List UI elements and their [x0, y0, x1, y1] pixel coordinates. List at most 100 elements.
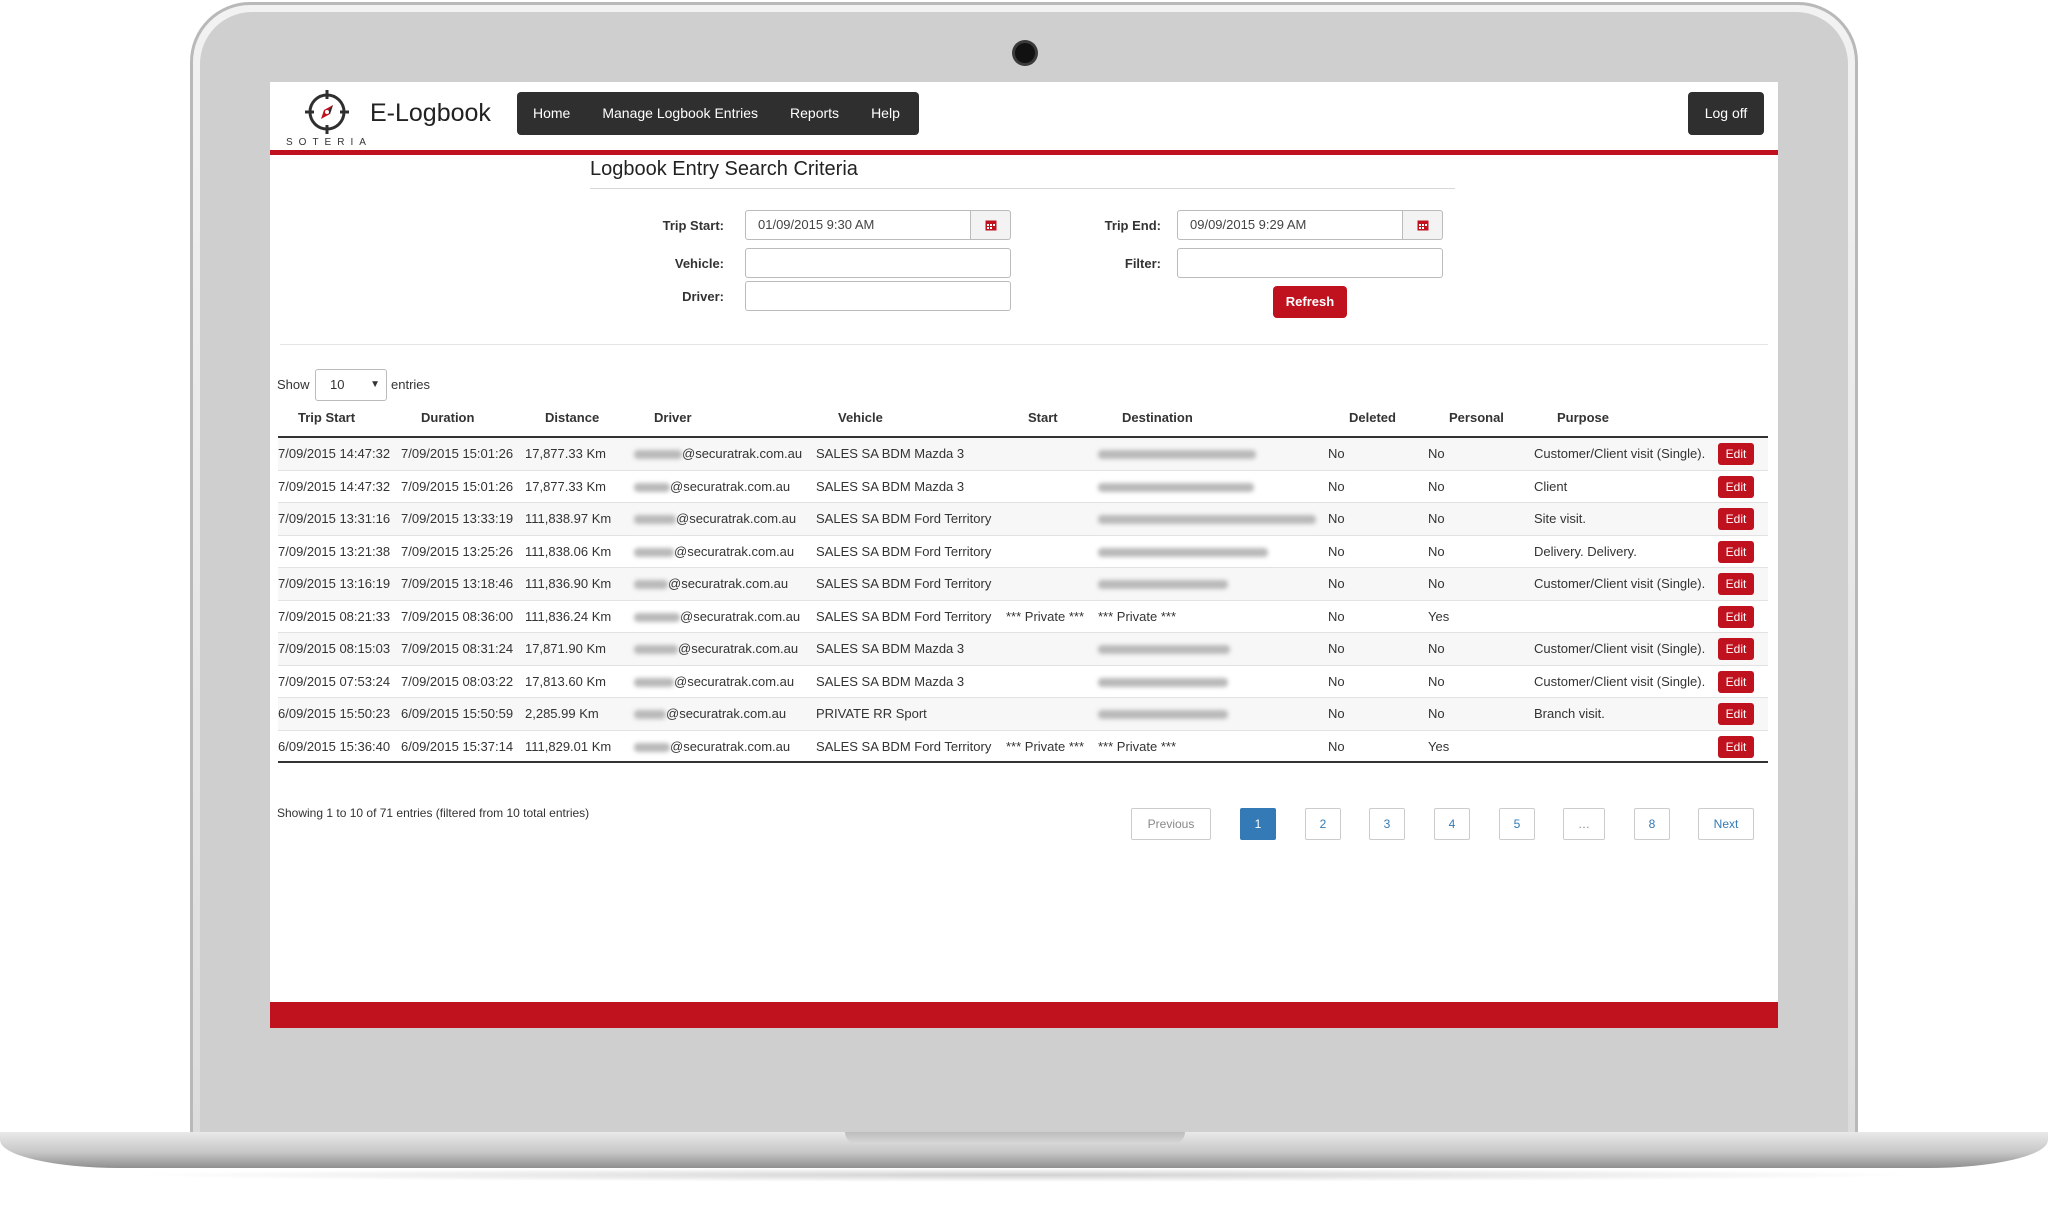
table-row: 7/09/2015 08:21:33 7/09/2015 08:36:00 111,…	[278, 601, 1768, 633]
col-duration[interactable]: Duration	[421, 410, 474, 425]
pagination-page-3[interactable]: 3	[1369, 808, 1405, 840]
cell-trip-start: 6/09/2015 15:36:40	[278, 738, 391, 754]
redacted-text	[634, 612, 680, 622]
cell-destination	[1098, 544, 1268, 559]
driver-domain: @securatrak.com.au	[674, 673, 795, 689]
edit-button[interactable]: Edit	[1718, 475, 1754, 498]
nav-home[interactable]: Home	[517, 92, 586, 135]
edit-button[interactable]: Edit	[1718, 670, 1754, 693]
footer-bar	[270, 1002, 1778, 1028]
cell-trip-start: 7/09/2015 07:53:24	[278, 673, 391, 689]
cell-driver: @securatrak.com.au	[634, 479, 790, 494]
nav-manage-logbook-entries[interactable]: Manage Logbook Entries	[586, 92, 774, 135]
redacted-text	[634, 547, 674, 557]
driver-domain: @securatrak.com.au	[680, 608, 801, 624]
cell-trip-start: 7/09/2015 13:21:38	[278, 543, 391, 559]
table-header: Trip Start Duration Distance Driver Vehi…	[278, 400, 1768, 438]
table-row: 7/09/2015 13:31:16 7/09/2015 13:33:19 111,…	[278, 503, 1768, 536]
col-deleted[interactable]: Deleted	[1349, 410, 1396, 425]
edit-button[interactable]: Edit	[1718, 443, 1754, 465]
pagination-page-2[interactable]: 2	[1305, 808, 1341, 840]
pagination-ellipsis: …	[1563, 808, 1605, 840]
trip-start-input[interactable]: 01/09/2015 9:30 AM	[745, 210, 971, 240]
pagination-page-1[interactable]: 1	[1240, 808, 1276, 840]
navbar: SOTERIA E-Logbook Home Manage Logbook En…	[270, 82, 1778, 155]
table-row: 7/09/2015 08:15:03 7/09/2015 08:31:24 17,8…	[278, 633, 1768, 666]
cell-driver: @securatrak.com.au	[634, 544, 794, 559]
trip-start-calendar-button[interactable]	[971, 210, 1011, 240]
cell-vehicle: SALES SA BDM Ford Territory	[816, 608, 992, 624]
cell-trip-start: 7/09/2015 13:16:19	[278, 576, 391, 591]
cell-distance: 17,813.60 Km	[525, 673, 606, 689]
redacted-text	[634, 580, 668, 590]
cell-deleted: No	[1328, 543, 1345, 559]
cell-trip-start: 7/09/2015 08:21:33	[278, 608, 391, 624]
edit-button[interactable]: Edit	[1718, 605, 1754, 628]
table-row: 7/09/2015 14:47:32 7/09/2015 15:01:26 17,8…	[278, 438, 1768, 471]
nav-help[interactable]: Help	[855, 92, 916, 135]
cell-destination	[1098, 576, 1228, 591]
filter-input[interactable]	[1177, 248, 1443, 278]
col-purpose[interactable]: Purpose	[1557, 410, 1609, 425]
pagination-page-8[interactable]: 8	[1634, 808, 1670, 840]
vehicle-input[interactable]	[745, 248, 1011, 278]
cell-deleted: No	[1328, 706, 1345, 721]
nav-menu: Home Manage Logbook Entries Reports Help	[517, 92, 919, 135]
col-distance[interactable]: Distance	[545, 410, 599, 425]
col-driver[interactable]: Driver	[654, 410, 692, 425]
cell-vehicle: PRIVATE RR Sport	[816, 706, 927, 721]
edit-button[interactable]: Edit	[1718, 508, 1754, 530]
cell-deleted: No	[1328, 641, 1345, 656]
col-start[interactable]: Start	[1028, 410, 1058, 425]
table-row: 7/09/2015 13:16:19 7/09/2015 13:18:46 111,…	[278, 568, 1768, 601]
redacted-text	[634, 515, 676, 525]
driver-input[interactable]	[745, 281, 1011, 311]
redacted-text	[1098, 450, 1256, 460]
cell-distance: 17,871.90 Km	[525, 641, 606, 656]
cell-driver: @securatrak.com.au	[634, 576, 788, 591]
trip-end-input[interactable]: 09/09/2015 9:29 AM	[1177, 210, 1403, 240]
edit-button[interactable]: Edit	[1718, 638, 1754, 660]
cell-deleted: No	[1328, 511, 1345, 526]
cell-trip-start: 7/09/2015 14:47:32	[278, 446, 391, 461]
cell-vehicle: SALES SA BDM Ford Territory	[816, 738, 992, 754]
edit-button[interactable]: Edit	[1718, 735, 1754, 758]
edit-button[interactable]: Edit	[1718, 540, 1754, 563]
vehicle-label: Vehicle:	[674, 256, 724, 271]
cell-vehicle: SALES SA BDM Mazda 3	[816, 478, 965, 494]
cell-purpose: Branch visit.	[1534, 706, 1605, 721]
entries-select[interactable]: 10 ▼	[315, 369, 387, 401]
nav-reports[interactable]: Reports	[774, 92, 855, 135]
redacted-text	[634, 450, 682, 460]
redacted-text	[1098, 677, 1228, 687]
col-destination[interactable]: Destination	[1122, 410, 1193, 425]
driver-label: Driver:	[682, 289, 724, 304]
pagination-page-5[interactable]: 5	[1499, 808, 1535, 840]
logoff-button[interactable]: Log off	[1688, 92, 1764, 135]
col-trip-start[interactable]: Trip Start	[298, 410, 355, 425]
pagination-next[interactable]: Next	[1698, 808, 1754, 840]
redacted-text	[1098, 482, 1254, 492]
cell-personal: No	[1428, 511, 1445, 526]
cell-distance: 111,838.97 Km	[525, 511, 612, 526]
table-info: Showing 1 to 10 of 71 entries (filtered …	[277, 806, 590, 820]
cell-purpose: Delivery. Delivery.	[1534, 543, 1637, 559]
refresh-button[interactable]: Refresh	[1273, 286, 1347, 318]
criteria-title: Logbook Entry Search Criteria	[590, 158, 858, 180]
cell-personal: No	[1428, 543, 1445, 559]
cell-duration: 7/09/2015 08:31:24	[401, 641, 514, 656]
cell-destination	[1098, 674, 1228, 689]
show-label: Show	[277, 377, 310, 392]
cell-purpose: Client	[1534, 478, 1568, 494]
trip-end-calendar-button[interactable]	[1403, 210, 1443, 240]
edit-button[interactable]: Edit	[1718, 703, 1754, 725]
pagination-page-4[interactable]: 4	[1434, 808, 1470, 840]
col-vehicle[interactable]: Vehicle	[838, 410, 883, 425]
cell-deleted: No	[1328, 608, 1345, 624]
edit-button[interactable]: Edit	[1718, 573, 1754, 595]
entries-select-value: 10	[330, 377, 345, 392]
pagination-previous[interactable]: Previous	[1131, 808, 1211, 840]
col-personal[interactable]: Personal	[1449, 410, 1504, 425]
app-brand[interactable]: E-Logbook	[370, 99, 491, 128]
cell-duration: 7/09/2015 15:01:26	[401, 478, 514, 494]
